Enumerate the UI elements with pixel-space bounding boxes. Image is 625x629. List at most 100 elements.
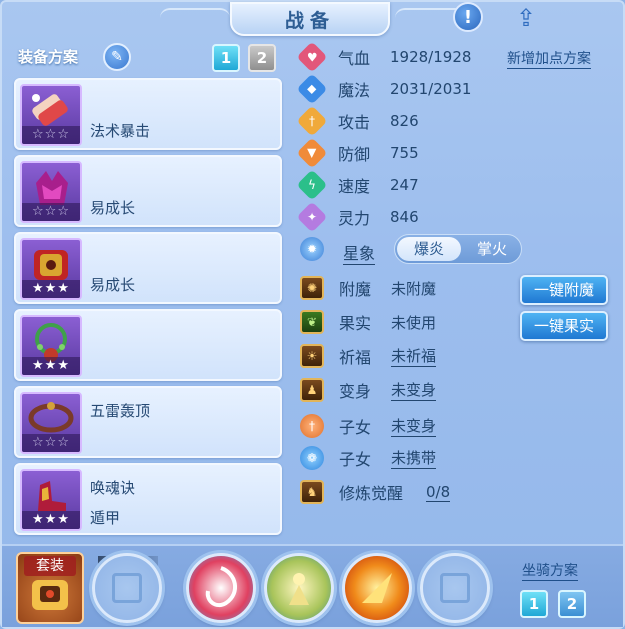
fire-skill-icon xyxy=(362,573,392,603)
child-transform-row: † 子女 未变身 xyxy=(300,412,437,440)
equipment-slot-necklace[interactable]: ★★★ xyxy=(14,309,282,381)
attr-value: 247 xyxy=(390,176,419,194)
spirit-icon: ✦ xyxy=(296,201,328,233)
constellation-row: ✹ xyxy=(300,235,339,263)
attr-label: 速度 xyxy=(338,177,371,196)
extra-label: 修炼觉醒 xyxy=(339,484,404,503)
star-rating: ☆☆☆ xyxy=(22,434,80,452)
attr-label: 气血 xyxy=(338,49,371,68)
attr-value: 1928/1928 xyxy=(390,48,472,66)
speed-icon: ϟ xyxy=(296,169,328,201)
child-transform-icon: † xyxy=(300,414,324,438)
one-click-enchant-button[interactable]: 一键附魔 xyxy=(520,275,608,305)
attr-value: 2031/2031 xyxy=(390,80,472,98)
fruit-icon: ❦ xyxy=(300,310,324,334)
extra-value: 未附魔 xyxy=(391,279,437,298)
skill-slot-1[interactable] xyxy=(186,553,256,623)
attr-label: 魔法 xyxy=(338,81,371,100)
attr-attack-row: † 攻击 826 xyxy=(296,105,419,137)
equipment-affix: 唤魂诀 xyxy=(90,479,136,497)
constellation-toggle[interactable]: 爆炎 掌火 xyxy=(394,234,522,264)
extra-label: 祈福 xyxy=(339,348,372,367)
skill-slot-3[interactable] xyxy=(342,553,412,623)
equipment-affix: 易成长 xyxy=(90,199,136,217)
extra-label: 变身 xyxy=(339,382,372,401)
star-rating: ★★★ xyxy=(22,357,80,375)
swirl-skill-icon xyxy=(205,566,237,608)
new-point-scheme-link[interactable]: 新增加点方案 xyxy=(507,48,591,69)
constellation-option[interactable]: 掌火 xyxy=(463,237,521,261)
attr-spirit-row: ✦ 灵力 846 xyxy=(296,201,419,233)
star-rating: ☆☆☆ xyxy=(22,203,80,221)
mount-scheme-link[interactable]: 坐骑方案 xyxy=(522,560,578,581)
extra-label: 子女 xyxy=(339,450,372,469)
equip-scheme-tab-2[interactable]: 2 xyxy=(248,44,276,72)
empty-slot-icon xyxy=(440,573,470,603)
help-button[interactable]: ! xyxy=(453,2,483,32)
defense-icon: ▼ xyxy=(296,137,328,169)
equipment-list: ☆☆☆ 法术暴击 ☆☆☆ 易成长 ★★★ 易成长 ★★★ ☆☆☆ 五雷轰顶 ★★… xyxy=(14,78,282,540)
attr-value: 755 xyxy=(390,144,419,162)
attr-label: 攻击 xyxy=(338,113,371,132)
transform-icon: ♟ xyxy=(300,378,324,402)
attr-value: 846 xyxy=(390,208,419,226)
equip-scheme-tab-1[interactable]: 1 xyxy=(212,44,240,72)
attr-label: 灵力 xyxy=(338,209,371,228)
extra-value[interactable]: 未变身 xyxy=(391,415,437,437)
monk-skill-icon xyxy=(289,573,309,605)
weapon-fan-icon: ☆☆☆ xyxy=(20,84,82,146)
title-ornament-left xyxy=(160,8,230,28)
equip-scheme-label: 装备方案 xyxy=(18,48,79,66)
child-carry-row: ❁ 子女 未携带 xyxy=(300,444,437,472)
equipment-special-skill: 遁甲 xyxy=(90,509,121,527)
attr-mp-row: ◆ 魔法 2031/2031 xyxy=(296,73,472,105)
extra-value: 未使用 xyxy=(391,313,437,332)
enchant-icon: ✺ xyxy=(300,276,324,300)
constellation-icon: ✹ xyxy=(300,237,324,261)
star-rating: ☆☆☆ xyxy=(22,126,80,144)
extra-label: 子女 xyxy=(339,418,372,437)
attr-defense-row: ▼ 防御 755 xyxy=(296,137,419,169)
extra-value[interactable]: 未携带 xyxy=(391,447,437,469)
share-icon: ⇪ xyxy=(515,4,537,32)
extra-label: 果实 xyxy=(339,314,372,333)
one-click-fruit-button[interactable]: 一键果实 xyxy=(520,311,608,341)
exclamation-icon: ! xyxy=(463,6,473,28)
cultivation-icon: ♞ xyxy=(300,480,324,504)
transform-row: ♟ 变身 未变身 xyxy=(300,376,437,404)
fruit-row: ❦ 果实 未使用 xyxy=(300,308,436,336)
equipment-slot-weapon[interactable]: ☆☆☆ 法术暴击 xyxy=(14,78,282,150)
blessing-icon: ☀ xyxy=(300,344,324,368)
star-rating: ★★★ xyxy=(22,280,80,298)
belt-icon: ☆☆☆ xyxy=(20,392,82,454)
equipment-slot-helmet[interactable]: ☆☆☆ 易成长 xyxy=(14,155,282,227)
equipment-slot-belt[interactable]: ☆☆☆ 五雷轰顶 xyxy=(14,386,282,458)
attr-value: 826 xyxy=(390,112,419,130)
boots-icon: ★★★ xyxy=(20,469,82,531)
mount-scheme-tab-2[interactable]: 2 xyxy=(558,590,586,618)
equipment-affix: 易成长 xyxy=(90,276,136,294)
edit-pen-icon[interactable]: ✎ xyxy=(103,43,131,71)
extra-value[interactable]: 未祈福 xyxy=(391,345,437,367)
extra-value[interactable]: 0/8 xyxy=(426,483,451,502)
equipment-slot-boots[interactable]: ★★★ 唤魂诀 遁甲 xyxy=(14,463,282,535)
equipment-affix: 法术暴击 xyxy=(90,122,151,140)
page-title: 战备 xyxy=(284,9,335,32)
suit-label: 套装 xyxy=(24,556,76,576)
attr-label: 防御 xyxy=(338,145,371,164)
share-button[interactable]: ⇪ xyxy=(508,4,544,32)
attr-hp-row: ♥ 气血 1928/1928 xyxy=(296,41,472,73)
constellation-option-selected[interactable]: 爆炎 xyxy=(397,237,461,261)
skill-slot-empty[interactable] xyxy=(420,553,490,623)
title-tab: 战备 xyxy=(230,2,390,36)
equipment-slot-armor[interactable]: ★★★ 易成长 xyxy=(14,232,282,304)
equipment-affix: 五雷轰顶 xyxy=(90,402,151,420)
soul-skill-slot-empty[interactable] xyxy=(92,553,162,623)
skill-slot-2[interactable] xyxy=(264,553,334,623)
extra-value[interactable]: 未变身 xyxy=(391,379,437,401)
mana-icon: ◆ xyxy=(296,73,328,105)
enchant-row: ✺ 附魔 未附魔 xyxy=(300,274,436,302)
mount-scheme-tab-1[interactable]: 1 xyxy=(520,590,548,618)
star-rating: ★★★ xyxy=(22,511,80,529)
constellation-label[interactable]: 星象 xyxy=(343,240,376,265)
